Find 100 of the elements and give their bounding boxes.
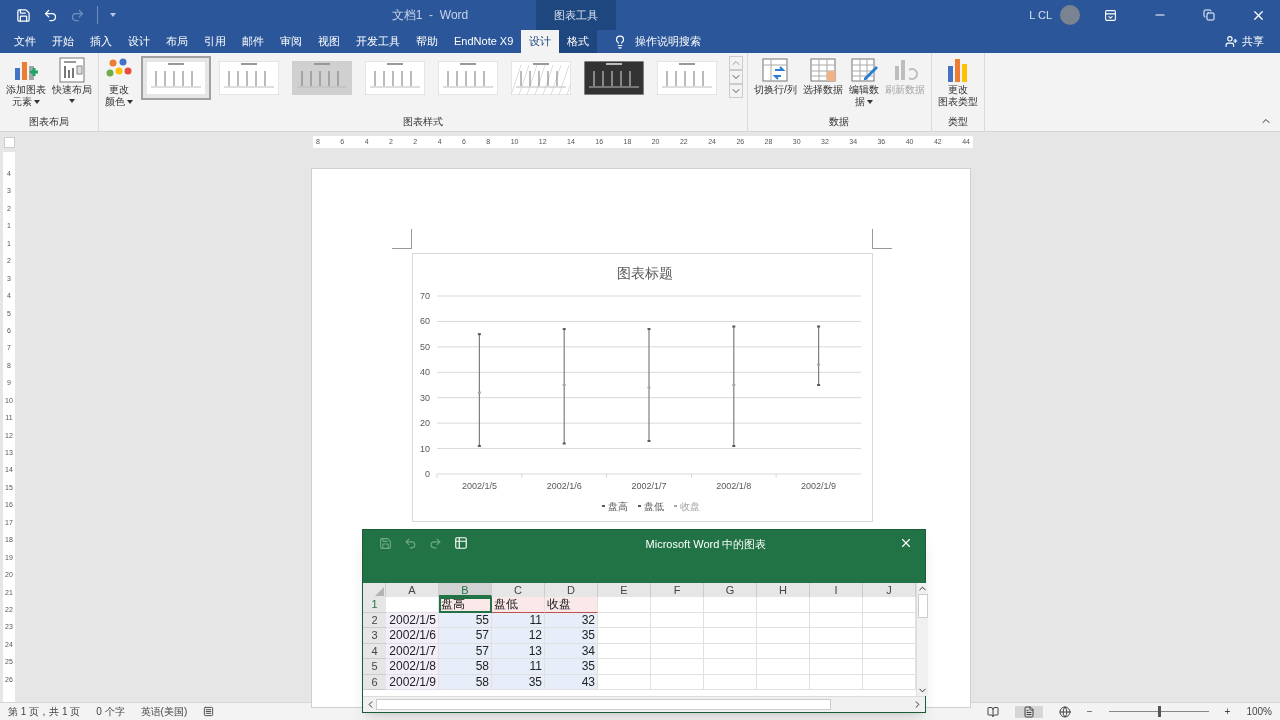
ribbon-tab[interactable]: 引用: [196, 30, 234, 53]
zoom-percent[interactable]: 100%: [1246, 704, 1272, 719]
sheet-cell[interactable]: 2002/1/6: [386, 628, 439, 644]
sheet-cell[interactable]: [651, 628, 704, 644]
read-mode-icon[interactable]: [986, 705, 999, 718]
sheet-cell[interactable]: [757, 597, 810, 613]
ribbon-tab[interactable]: 邮件: [234, 30, 272, 53]
ribbon-tab[interactable]: 文件: [6, 30, 44, 53]
scrollbar-thumb[interactable]: [917, 594, 928, 618]
zoom-slider-thumb[interactable]: [1157, 706, 1161, 717]
sheet-cell[interactable]: 收盘: [545, 597, 598, 613]
sheet-cell[interactable]: [704, 628, 757, 644]
sheet-cell[interactable]: 盘低: [492, 597, 545, 613]
sheet-cell[interactable]: 11: [492, 659, 545, 675]
sheet-cell[interactable]: [757, 659, 810, 675]
ribbon-button[interactable]: 添加图表 元素: [4, 56, 48, 108]
sheet-cell[interactable]: [810, 659, 863, 675]
sheet-cell[interactable]: 58: [439, 659, 492, 675]
zoom-in-button[interactable]: +: [1224, 704, 1231, 719]
column-header[interactable]: E: [598, 583, 651, 597]
sheet-cell[interactable]: [651, 659, 704, 675]
row-header[interactable]: 5: [363, 659, 386, 675]
sheet-cell[interactable]: 35: [545, 659, 598, 675]
ribbon-tab[interactable]: 帮助: [408, 30, 446, 53]
row-header[interactable]: 3: [363, 628, 386, 644]
ribbon-tab[interactable]: 开始: [44, 30, 82, 53]
sheet-cell[interactable]: [598, 612, 651, 628]
ribbon-tab[interactable]: 设计: [521, 30, 560, 53]
sheet-cell[interactable]: [810, 628, 863, 644]
ribbon-tab[interactable]: 视图: [310, 30, 348, 53]
column-header[interactable]: B: [439, 583, 492, 597]
undo-icon[interactable]: [43, 7, 58, 23]
sheet-cell[interactable]: 12: [492, 628, 545, 644]
column-header[interactable]: F: [651, 583, 704, 597]
language[interactable]: 英语(美国): [140, 704, 188, 719]
sheet-cell[interactable]: [598, 643, 651, 659]
ribbon-display-icon[interactable]: [1104, 8, 1117, 22]
ribbon-tab[interactable]: EndNote X9: [446, 30, 522, 53]
restore-icon[interactable]: [1203, 9, 1215, 21]
row-header[interactable]: 1: [363, 597, 386, 613]
sheet-cell[interactable]: [704, 612, 757, 628]
sheet-cell[interactable]: [704, 597, 757, 613]
redo-icon[interactable]: [429, 536, 442, 550]
gallery-down-icon[interactable]: [729, 70, 743, 84]
ribbon-button[interactable]: 编辑数 据: [846, 56, 881, 108]
sheet-cell[interactable]: [810, 612, 863, 628]
web-layout-icon[interactable]: [1058, 705, 1071, 718]
sheet-cell[interactable]: [810, 674, 863, 690]
sheet-cell[interactable]: [757, 612, 810, 628]
ribbon-tab[interactable]: 开发工具: [348, 30, 408, 53]
ribbon-tab[interactable]: 格式: [559, 30, 598, 53]
sheet-cell[interactable]: [757, 674, 810, 690]
ribbon-tab[interactable]: 设计: [120, 30, 158, 53]
sheet-cell[interactable]: [651, 674, 704, 690]
ribbon-tab[interactable]: 审阅: [272, 30, 310, 53]
macro-icon[interactable]: [203, 706, 215, 717]
table-icon: [808, 56, 837, 84]
sheet-cell[interactable]: [757, 643, 810, 659]
sheet-cell[interactable]: 35: [545, 628, 598, 644]
ribbon-button[interactable]: 切换行/列: [752, 56, 799, 96]
sheet-cell[interactable]: [810, 597, 863, 613]
ribbon-button[interactable]: 更改 颜色: [103, 56, 135, 108]
column-header[interactable]: I: [810, 583, 863, 597]
data-point: [562, 328, 566, 331]
ribbon-tab[interactable]: 插入: [82, 30, 120, 53]
print-layout-icon[interactable]: [1022, 705, 1035, 718]
sheet-cell[interactable]: [810, 643, 863, 659]
sheet-cell[interactable]: [757, 628, 810, 644]
sheet-cell[interactable]: 2002/1/8: [386, 659, 439, 675]
sheet-cell[interactable]: [598, 674, 651, 690]
zoom-out-button[interactable]: −: [1086, 704, 1093, 719]
share-button[interactable]: 共享: [1225, 30, 1280, 53]
word-count[interactable]: 0 个字: [96, 704, 125, 719]
scrollbar-thumb[interactable]: [376, 699, 831, 710]
avatar[interactable]: [1060, 5, 1080, 25]
gallery-up-icon[interactable]: [729, 56, 743, 70]
close-icon[interactable]: [899, 536, 913, 550]
sheet-cell[interactable]: 57: [439, 628, 492, 644]
edit-in-excel-icon[interactable]: [454, 536, 468, 550]
sheet-cell[interactable]: [598, 659, 651, 675]
ribbon-button[interactable]: 选择数据: [800, 56, 845, 96]
tab-selector-icon[interactable]: [3, 136, 15, 148]
sheet-cell[interactable]: [704, 659, 757, 675]
sheet-cell[interactable]: [651, 597, 704, 613]
tell-me-search[interactable]: 操作说明搜索: [609, 30, 706, 53]
sheet-cell[interactable]: 盘高: [439, 597, 492, 613]
sheet-cell[interactable]: [651, 643, 704, 659]
column-header[interactable]: G: [704, 583, 757, 597]
ribbon-tab[interactable]: 布局: [158, 30, 196, 53]
chart-style-thumbnail[interactable]: [141, 56, 211, 100]
sheet-cell[interactable]: [704, 674, 757, 690]
sheet-cell[interactable]: [598, 628, 651, 644]
sheet-cell[interactable]: [598, 597, 651, 613]
gallery-more-icon[interactable]: [729, 84, 743, 98]
page-count[interactable]: 第 1 页，共 1 页: [8, 704, 81, 719]
sheet-cell[interactable]: [651, 612, 704, 628]
ribbon-button[interactable]: 快速布局: [50, 56, 94, 106]
ribbon-button[interactable]: 更改 图表类型: [935, 56, 980, 108]
column-header[interactable]: H: [757, 583, 810, 597]
sheet-cell[interactable]: [704, 643, 757, 659]
